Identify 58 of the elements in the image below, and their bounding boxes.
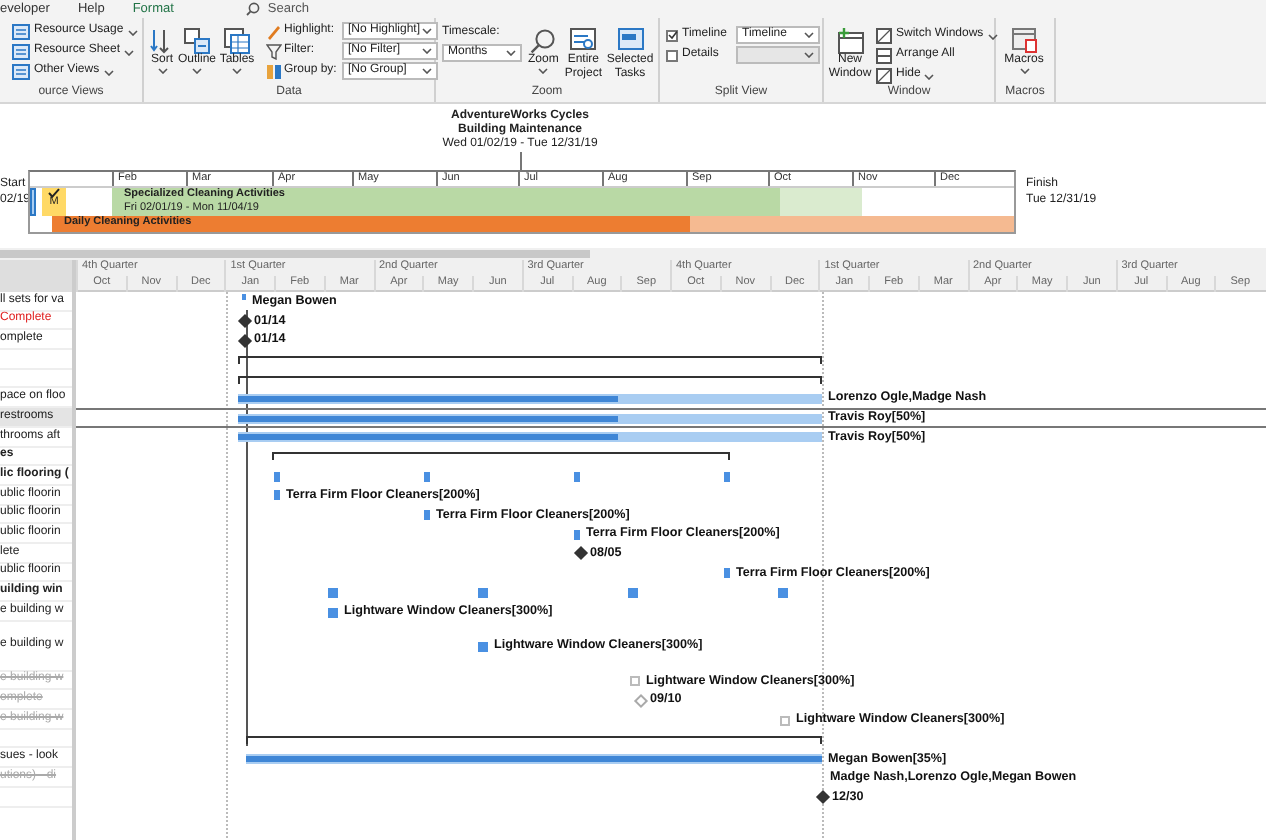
task-bar bbox=[328, 607, 338, 618]
caret-icon bbox=[124, 49, 135, 55]
caret-icon bbox=[987, 33, 998, 39]
check-icon bbox=[48, 188, 60, 198]
project-icon bbox=[570, 28, 597, 54]
switch-windows-icon bbox=[876, 28, 892, 44]
caret-icon bbox=[422, 48, 432, 54]
search-icon bbox=[245, 1, 260, 16]
split-segment bbox=[328, 587, 338, 598]
task-bar bbox=[630, 676, 640, 687]
caret-icon bbox=[924, 73, 935, 79]
caret-icon bbox=[1019, 67, 1029, 74]
task-bar bbox=[478, 641, 488, 652]
caret-icon bbox=[103, 69, 114, 75]
hide-icon bbox=[876, 68, 892, 84]
sort-icon bbox=[150, 28, 174, 54]
highlight-icon bbox=[266, 23, 282, 39]
outline-icon bbox=[184, 28, 210, 54]
split-segment bbox=[724, 471, 730, 482]
caret-icon bbox=[232, 67, 242, 74]
magnifier-icon bbox=[530, 28, 557, 54]
caret-icon bbox=[804, 32, 814, 38]
checkbox-box[interactable] bbox=[666, 49, 678, 61]
sheet-icon bbox=[12, 24, 30, 40]
timeline-marker bbox=[30, 188, 36, 216]
task-bar bbox=[274, 490, 280, 501]
filter-icon bbox=[266, 43, 282, 59]
selected-tasks-icon bbox=[617, 28, 644, 54]
macro-icon bbox=[1011, 28, 1037, 54]
split-segment bbox=[628, 587, 638, 598]
caret-icon bbox=[127, 29, 138, 35]
group-icon bbox=[266, 63, 282, 79]
caret-icon bbox=[506, 50, 516, 57]
task-bar bbox=[780, 715, 790, 726]
view-dropdown[interactable] bbox=[736, 46, 820, 64]
table-icon bbox=[224, 28, 250, 54]
check-icon bbox=[667, 30, 677, 40]
caret-icon bbox=[422, 68, 432, 74]
views-icon bbox=[12, 64, 30, 80]
caret-icon bbox=[422, 28, 432, 34]
window-icon bbox=[837, 28, 863, 54]
split-segment bbox=[478, 587, 488, 598]
scroll-thumb[interactable] bbox=[0, 250, 590, 258]
task-bar bbox=[424, 510, 430, 521]
caret-icon bbox=[804, 52, 814, 58]
split-segment bbox=[778, 587, 788, 598]
checkbox-box[interactable] bbox=[666, 29, 678, 41]
arrange-icon bbox=[876, 48, 892, 64]
task-bar bbox=[724, 568, 730, 579]
split-segment bbox=[424, 471, 430, 482]
caret-icon bbox=[192, 67, 202, 74]
table-header bbox=[0, 260, 72, 292]
task-bar bbox=[574, 529, 580, 540]
caret-icon bbox=[538, 67, 549, 74]
caret-icon bbox=[157, 67, 167, 74]
split-segment bbox=[274, 471, 280, 482]
split-segment bbox=[574, 471, 580, 482]
sheet-icon bbox=[12, 44, 30, 60]
